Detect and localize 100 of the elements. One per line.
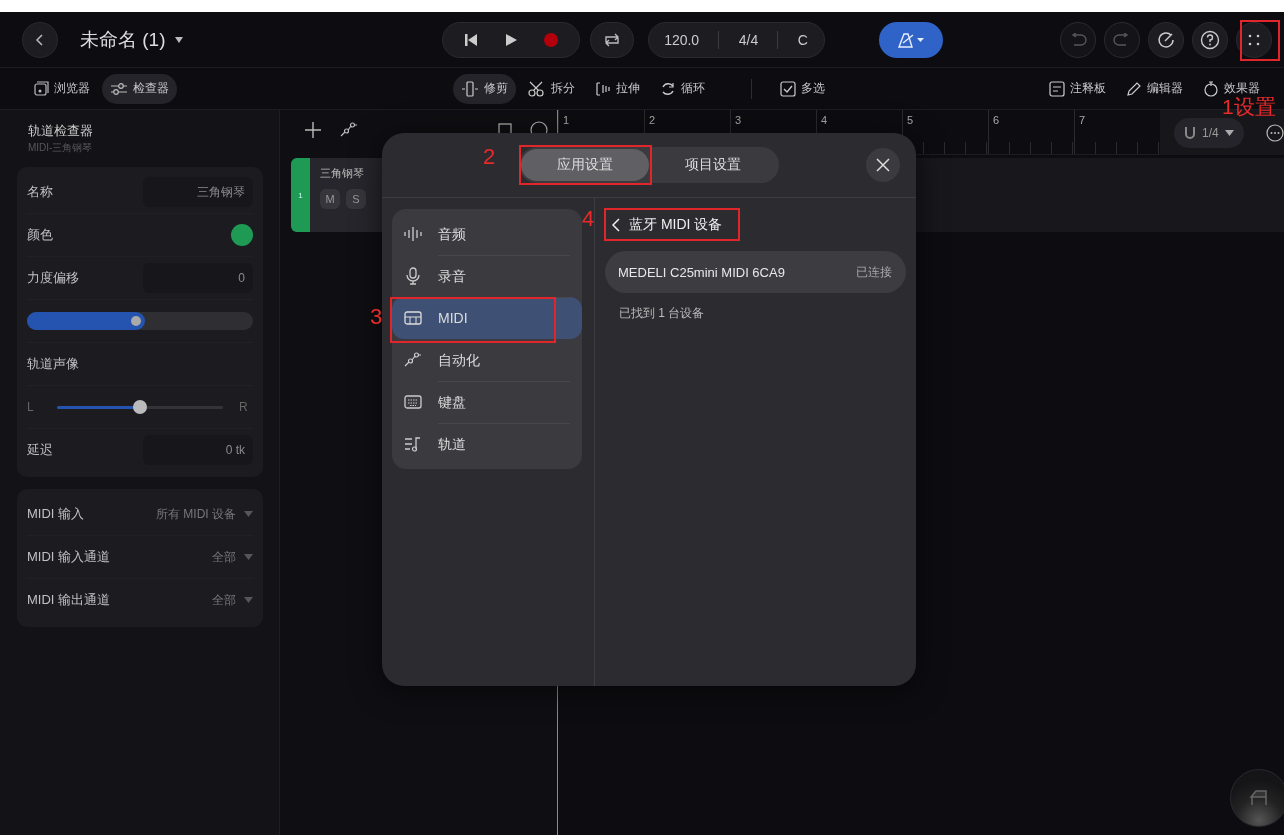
key-value[interactable]: C: [797, 31, 808, 48]
gauge-button[interactable]: [1148, 21, 1184, 58]
undo-icon: [1069, 32, 1087, 47]
metronome-icon: [895, 30, 926, 49]
caret-icon: [244, 597, 253, 603]
dots-icon: [1247, 32, 1261, 47]
setting-label: 轨道声像: [27, 355, 79, 373]
trim-tool[interactable]: 修剪: [453, 73, 516, 104]
caret-icon[interactable]: [173, 35, 184, 44]
caret-icon: [244, 511, 253, 517]
pan-slider[interactable]: [57, 400, 223, 414]
setting-label: 力度偏移: [27, 269, 79, 287]
multi-select-tool[interactable]: 多选: [772, 73, 833, 104]
loop-tool[interactable]: 循环: [652, 73, 713, 104]
slider-thumb[interactable]: [133, 400, 147, 414]
add-icon[interactable]: [304, 121, 322, 139]
settings-tab[interactable]: 应用设置: [521, 149, 649, 181]
device-row[interactable]: MEDELI C25mini MIDI 6CA9 已连接: [605, 251, 906, 293]
record-icon[interactable]: [542, 31, 559, 48]
value-field[interactable]: 0: [143, 263, 253, 293]
bar-number: 1: [563, 114, 570, 126]
bar-number: 6: [993, 114, 1000, 126]
trim-icon: [461, 80, 479, 97]
value-field[interactable]: 0 tk: [143, 435, 253, 465]
color-swatch[interactable]: [231, 224, 253, 246]
stretch-tool[interactable]: 拉伸: [587, 73, 648, 104]
split-tool[interactable]: 拆分: [520, 73, 583, 104]
track-list-icon: [404, 436, 422, 452]
automation-icon: [404, 352, 422, 368]
close-icon: [876, 158, 890, 172]
pencil-icon: [1126, 80, 1142, 97]
help-icon: [1200, 29, 1220, 50]
left-label: L: [27, 400, 35, 414]
category-item[interactable]: 键盘: [392, 381, 582, 423]
dropdown[interactable]: 所有 MIDI 设备: [156, 505, 253, 523]
inspector-tab[interactable]: 检查器: [102, 73, 177, 104]
more-icon[interactable]: [1265, 123, 1284, 142]
annotation-label: 1设置: [1222, 96, 1276, 117]
annotation-label: 4: [582, 208, 595, 230]
metronome-button[interactable]: [878, 21, 943, 58]
setting-label: MIDI 输入通道: [27, 548, 111, 566]
stretch-icon: [595, 80, 611, 97]
annotation-box: [1240, 20, 1280, 61]
gauge-icon: [1157, 30, 1175, 49]
category-item[interactable]: MIDI: [392, 297, 582, 339]
category-item[interactable]: 轨道: [392, 423, 582, 465]
sliders-icon: [110, 81, 128, 96]
cycle-icon: [660, 80, 676, 97]
category-item[interactable]: 自动化: [392, 339, 582, 381]
back-link[interactable]: 蓝牙 MIDI 设备: [605, 211, 729, 239]
track-number: 1: [291, 158, 310, 232]
velocity-slider[interactable]: [27, 312, 253, 330]
timer-icon: [1203, 80, 1219, 97]
tempo-value[interactable]: 120.0: [664, 31, 700, 48]
close-button[interactable]: [866, 148, 900, 182]
category-item[interactable]: 音频: [392, 213, 582, 255]
keyboard-icon: [404, 394, 422, 410]
piano-button[interactable]: [1230, 769, 1284, 827]
automation-icon[interactable]: [340, 122, 358, 138]
setting-label: MIDI 输出通道: [27, 591, 111, 609]
bar-number: 4: [821, 114, 828, 126]
device-count-text: 已找到 1 台设备: [619, 305, 706, 322]
magnet-icon: [1184, 125, 1196, 140]
snap-dropdown[interactable]: 1/4: [1174, 117, 1244, 148]
help-button[interactable]: [1192, 21, 1228, 58]
connection-status: 已连接: [856, 263, 892, 281]
settings-button[interactable]: [1236, 21, 1272, 58]
project-title[interactable]: 未命名 (1): [80, 26, 166, 53]
editor-button[interactable]: 编辑器: [1118, 73, 1191, 104]
checkbox-icon: [780, 80, 796, 97]
category-item[interactable]: 录音: [392, 255, 582, 297]
back-button[interactable]: [22, 21, 58, 58]
browser-tab[interactable]: 浏览器: [26, 73, 98, 104]
microphone-icon: [404, 267, 422, 285]
bar-number: 3: [735, 114, 742, 126]
skip-back-icon[interactable]: [462, 31, 479, 48]
music-folder-icon: [34, 81, 49, 96]
bar-number: 2: [649, 114, 656, 126]
annotation-label: 2: [483, 146, 496, 168]
slider-thumb[interactable]: [130, 316, 141, 326]
time-signature[interactable]: 4/4: [738, 31, 759, 48]
bar-number: 7: [1079, 114, 1086, 126]
notes-button[interactable]: 注释板: [1041, 73, 1114, 104]
keyboard-icon: [404, 310, 422, 326]
track-name: 三角钢琴: [320, 166, 365, 181]
scissors-icon: [528, 80, 546, 97]
dropdown[interactable]: 全部: [212, 548, 253, 566]
redo-icon: [1113, 32, 1131, 47]
bar-number: 5: [907, 114, 914, 126]
solo-button[interactable]: S: [346, 189, 366, 209]
setting-label: 名称: [27, 183, 53, 201]
right-label: R: [239, 400, 249, 414]
chevron-left-icon: [611, 218, 621, 232]
loop-button[interactable]: [589, 21, 634, 58]
mute-button[interactable]: M: [320, 189, 340, 209]
piano-icon: [1248, 789, 1270, 807]
inspector-title: 轨道检查器: [28, 122, 94, 140]
annotation-label: 3: [370, 306, 383, 328]
dropdown[interactable]: 全部: [212, 591, 253, 609]
value-field[interactable]: 三角钢琴: [143, 177, 253, 207]
